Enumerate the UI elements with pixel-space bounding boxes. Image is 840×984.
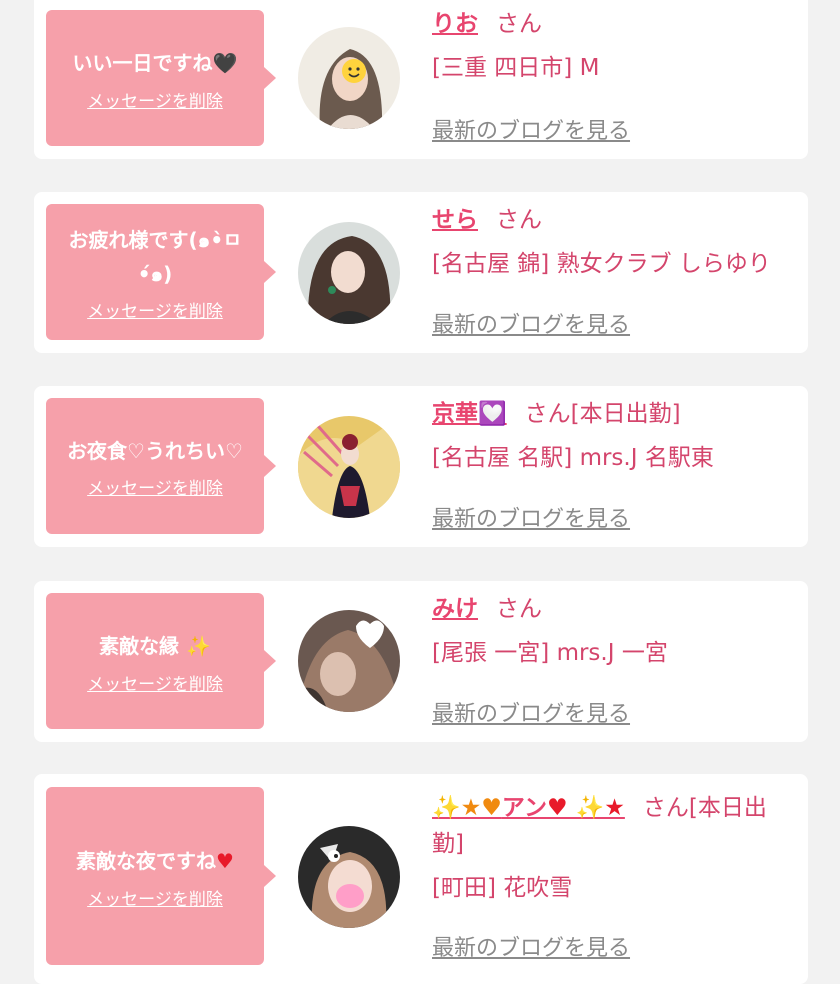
heart-decoration-icon: ♥ ✨★ [546,795,625,821]
avatar[interactable] [298,826,400,928]
message-card: いい一日ですね🖤 メッセージを削除 りお さん [三重 四日市] M 最新のブログ… [34,0,808,159]
delete-message-link[interactable]: メッセージを削除 [87,670,223,695]
latest-blog-link[interactable]: 最新のブログを見る [432,930,630,962]
shop-info: [名古屋 名駅] mrs.J 名駅東 [432,445,714,471]
latest-blog-link[interactable]: 最新のブログを見る [432,501,630,533]
name-suffix: さん [496,596,542,622]
message-bubble: お疲れ様です(๑•̀ㅁ•́๑) メッセージを削除 [46,204,276,340]
cast-name-link[interactable]: りお [432,11,478,37]
message-bubble: 素敵な縁 ✨ メッセージを削除 [46,593,276,729]
message-card: お疲れ様です(๑•̀ㅁ•́๑) メッセージを削除 せら さん [名古屋 錦] 熟女… [34,192,808,353]
cast-name-link[interactable]: せら [432,207,478,233]
cast-name-link[interactable]: 京華💟 [432,401,507,427]
delete-message-link[interactable]: メッセージを削除 [87,297,223,322]
cast-name-link[interactable]: みけ [432,596,478,622]
name-line: 京華💟 さん[本日出勤] [432,396,794,432]
shop-info: [町田] 花吹雪 [432,875,573,901]
avatar[interactable] [298,416,400,518]
star-icon: ✨★♥ [432,795,502,821]
message-bubble: お夜食♡うれちい♡ メッセージを削除 [46,398,276,534]
message-bubble: いい一日ですね🖤 メッセージを削除 [46,10,276,146]
delete-message-link[interactable]: メッセージを削除 [87,885,223,910]
message-card: 素敵な夜ですね♥ メッセージを削除 ✨★♥アン♥ ✨★ さん[本日出勤] [町田]… [34,774,808,984]
message-text: 素敵な夜ですね♥ [76,848,234,873]
shop-info: [三重 四日市] M [432,55,600,81]
shop-info: [名古屋 錦] 熟女クラブ しらゆり [432,251,771,277]
red-heart-icon: ♥ [216,848,234,873]
name-line: せら さん [432,202,794,238]
delete-message-link[interactable]: メッセージを削除 [87,87,223,112]
avatar[interactable] [298,610,400,712]
avatar[interactable] [298,222,400,324]
name-line: みけ さん [432,591,794,627]
name-suffix: さん [496,11,542,37]
message-text: 素敵な縁 ✨ [99,633,211,658]
shop-info: [尾張 一宮] mrs.J 一宮 [432,640,668,666]
heart-decoration-icon: 💟 [478,401,507,427]
name-suffix: さん [496,207,542,233]
latest-blog-link[interactable]: 最新のブログを見る [432,307,630,339]
message-text: いい一日ですね🖤 [72,50,238,75]
latest-blog-link[interactable]: 最新のブログを見る [432,113,630,145]
name-line: りお さん [432,6,794,42]
message-text: お夜食♡うれちい♡ [67,438,243,463]
cast-name-link[interactable]: ✨★♥アン♥ ✨★ [432,795,625,821]
message-card: 素敵な縁 ✨ メッセージを削除 みけ さん [尾張 一宮] mrs.J 一宮 最新… [34,581,808,742]
message-bubble: 素敵な夜ですね♥ メッセージを削除 [46,787,276,965]
delete-message-link[interactable]: メッセージを削除 [87,474,223,499]
message-card: お夜食♡うれちい♡ メッセージを削除 京華💟 さん[本日出勤] [名古屋 名駅] … [34,386,808,547]
name-line: ✨★♥アン♥ ✨★ さん[本日出勤] [432,790,794,862]
avatar[interactable] [298,27,400,129]
latest-blog-link[interactable]: 最新のブログを見る [432,696,630,728]
name-suffix: さん[本日出勤] [524,401,681,427]
sparkle-icon: ✨ [186,633,211,658]
message-text: お疲れ様です(๑•̀ㅁ•́๑) [68,227,242,286]
black-heart-icon: 🖤 [212,50,238,75]
